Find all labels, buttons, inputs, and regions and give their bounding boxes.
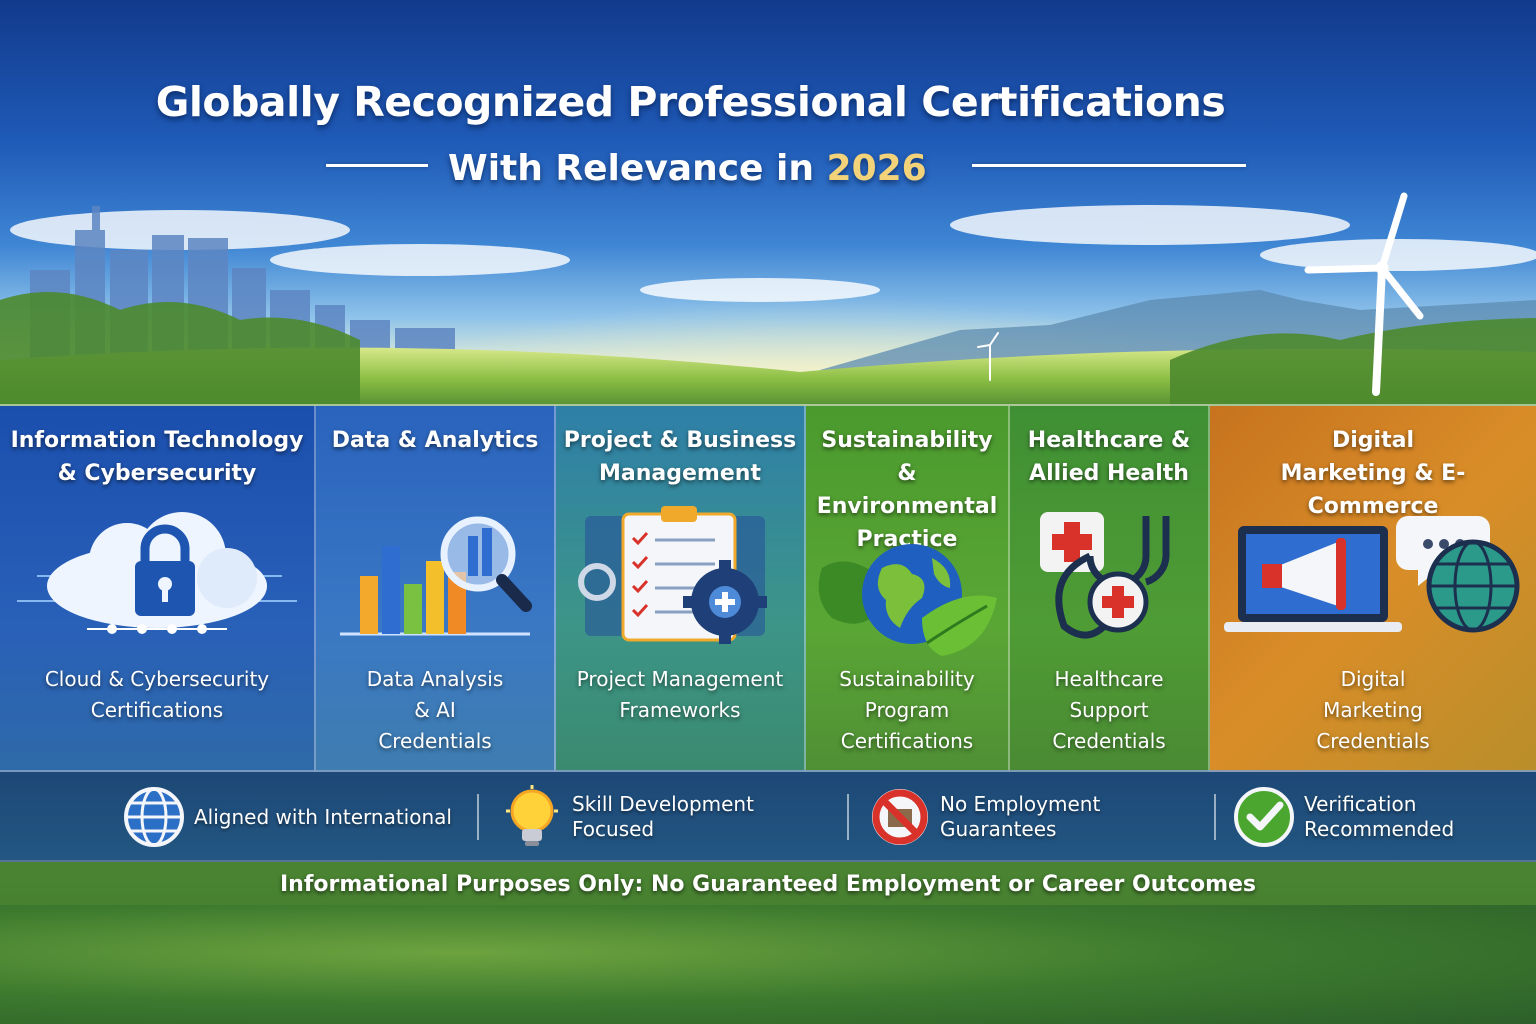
subtitle-text: With Relevance in: [448, 148, 814, 189]
page-title: Globally Recognized Professional Certifi…: [155, 78, 1226, 126]
checkmark-icon: [1234, 787, 1294, 847]
no-sign-icon: [872, 789, 928, 845]
feature-divider: [477, 794, 479, 840]
page-header: Globally Recognized Professional Certifi…: [0, 78, 1536, 126]
panel-title: Project & Business Management: [563, 428, 797, 486]
subtitle-left-rule: [326, 164, 428, 167]
panel-digital-marketing: Digital Marketing & E-Commerce Digital M…: [1210, 406, 1536, 772]
medical-stethoscope-icon: [1040, 512, 1170, 639]
globe-icon: [124, 787, 184, 847]
panel-title: Data & Analytics: [331, 428, 539, 453]
panel-title: Information Technology & Cybersecurity: [10, 428, 304, 486]
bar-chart-magnifier-icon: [340, 516, 532, 636]
globe-leaves-icon: [818, 544, 997, 656]
disclaimer-text: Informational Purposes Only: No Guarante…: [279, 872, 1257, 897]
feature-label: No Employment Guarantees: [940, 792, 1101, 841]
panel-description: Data Analysis & AI Credentials: [366, 667, 504, 753]
feature-label: Aligned with International: [194, 804, 452, 829]
panel-title: Healthcare & Allied Health: [1027, 428, 1191, 486]
clipboard-gear-icon: [578, 506, 767, 644]
features-strip: Aligned with International Skill Develop…: [0, 770, 1536, 862]
panel-description: Cloud & Cybersecurity Certifications: [44, 667, 270, 722]
page-subtitle: With Relevance in 2026: [448, 148, 968, 189]
feature-no-guarantees: No Employment Guarantees: [868, 786, 1210, 848]
feature-international: Aligned with International: [122, 786, 464, 848]
panel-it-cybersecurity: Information Technology & Cybersecurity C…: [0, 406, 316, 772]
panel-description: Digital Marketing Credentials: [1316, 667, 1430, 753]
subtitle-row: With Relevance in 2026: [0, 148, 1536, 196]
feature-divider: [1214, 794, 1216, 840]
laptop-megaphone-icon: [1224, 516, 1520, 633]
grass-foreground: [0, 905, 1536, 1024]
lightbulb-icon: [506, 785, 558, 846]
feature-verification: Verification Recommended: [1232, 786, 1454, 848]
subtitle-year: 2026: [826, 148, 927, 189]
cloud-lock-icon: [17, 512, 297, 634]
feature-label: Verification Recommended: [1304, 792, 1455, 841]
panel-data-analytics: Data & Analytics Data Analysis & AI Cred…: [316, 406, 556, 772]
subtitle-right-rule: [972, 164, 1246, 167]
panel-healthcare: Healthcare & Allied Health Healthcare Su…: [1010, 406, 1210, 772]
panel-description: Sustainability Program Certifications: [839, 667, 975, 753]
landscape-background: [0, 192, 1536, 410]
panel-description: Healthcare Support Credentials: [1052, 667, 1166, 753]
feature-skill-development: Skill Development Focused: [500, 785, 842, 848]
panel-description: Project Management Frameworks: [576, 667, 784, 722]
feature-label: Skill Development Focused: [572, 792, 754, 841]
panel-project-business: Project & Business Management Project Ma…: [556, 406, 806, 772]
feature-divider: [847, 794, 849, 840]
category-panels: Information Technology & Cybersecurity C…: [0, 404, 1536, 772]
panel-sustainability: Sustainability & Environmental Practice …: [806, 406, 1010, 772]
